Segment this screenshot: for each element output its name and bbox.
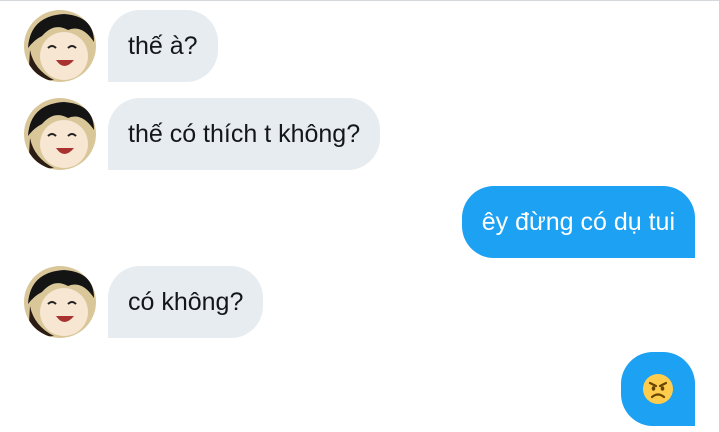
avatar[interactable] [24,266,96,338]
message-text: thế có thích t không? [128,119,361,148]
cartoon-avatar-icon [24,10,96,82]
message-bubble-outgoing[interactable]: êy đừng có dụ tui [461,186,695,258]
message-text: êy đừng có dụ tui [481,207,675,236]
cartoon-avatar-icon [24,98,96,170]
message-bubble-incoming[interactable]: thế à? [108,10,218,82]
message-bubble-outgoing-emoji[interactable] [621,352,695,426]
avatar[interactable] [24,10,96,82]
message-bubble-incoming[interactable]: thế có thích t không? [108,98,381,170]
avatar[interactable] [24,98,96,170]
message-text: thế à? [128,31,198,60]
top-divider [0,0,719,1]
message-text: có không? [128,287,244,316]
cartoon-avatar-icon [24,266,96,338]
message-bubble-incoming[interactable]: có không? [108,266,264,338]
angry-face-icon [643,374,673,404]
